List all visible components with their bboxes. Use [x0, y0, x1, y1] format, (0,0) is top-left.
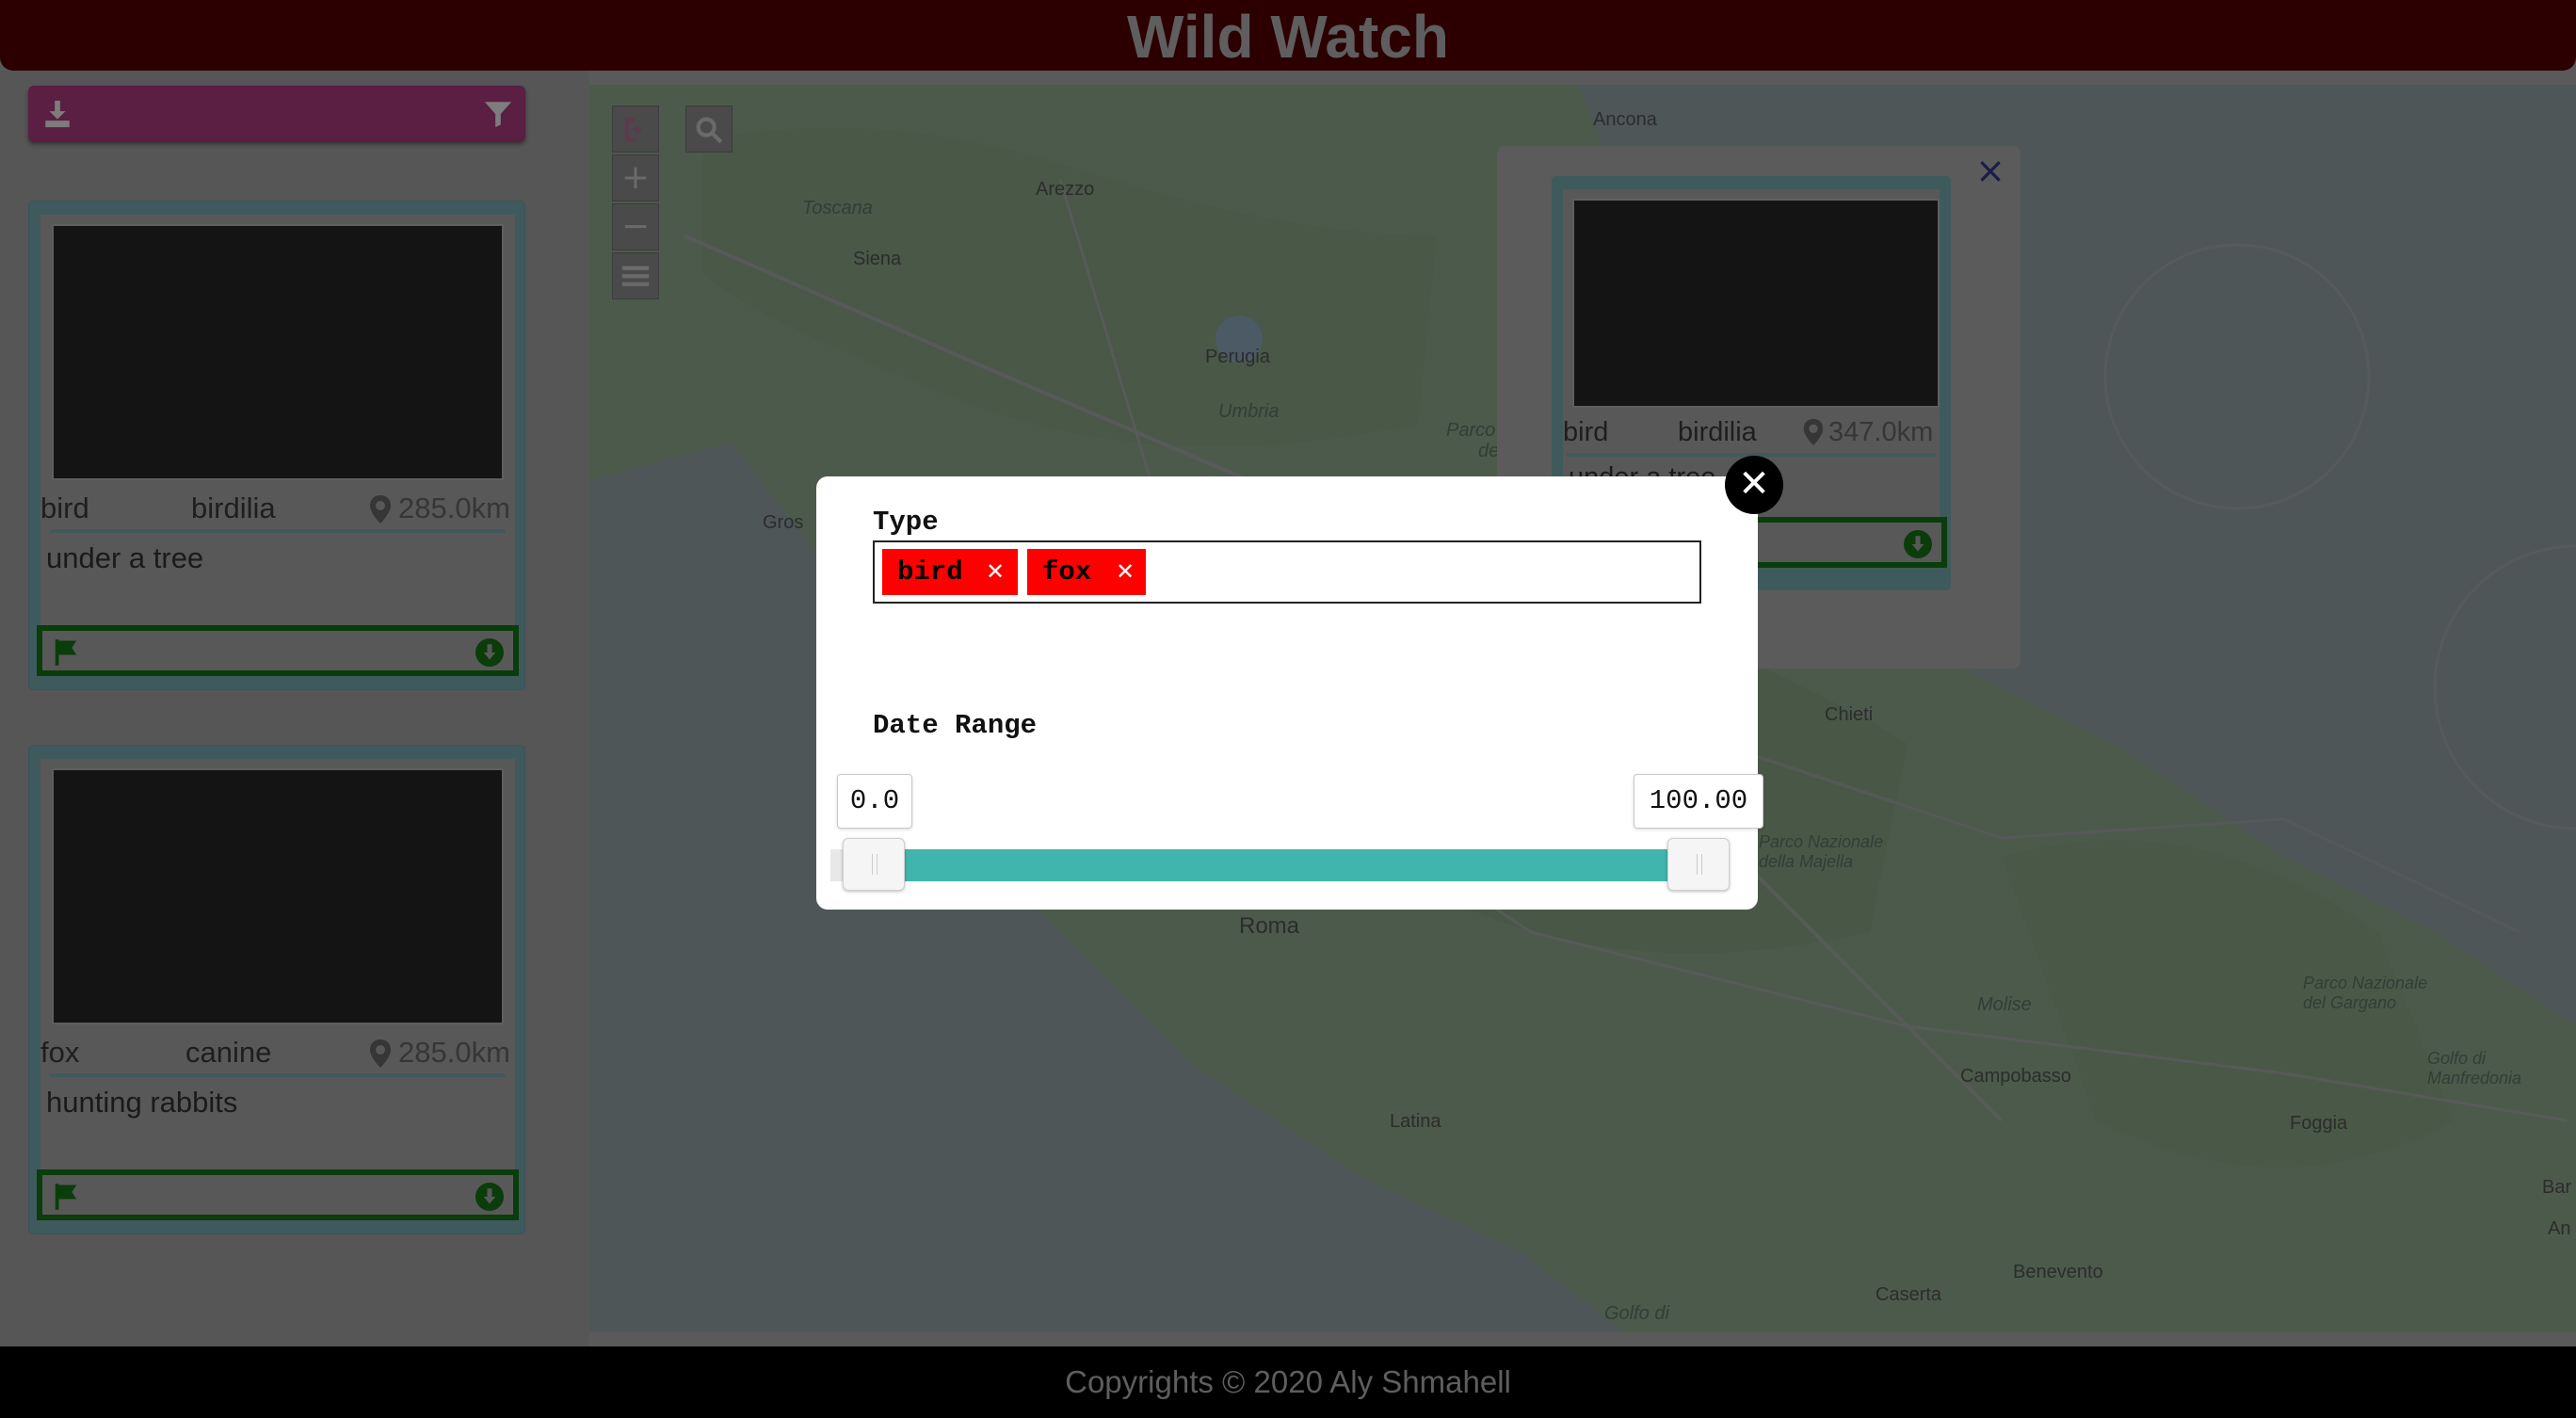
map-label: Umbria [1218, 401, 1280, 422]
animal-family: birdilia [191, 491, 276, 524]
download-circle-icon[interactable] [475, 638, 504, 667]
app-header: Wild Watch [0, 0, 2576, 71]
layers-icon [621, 266, 650, 286]
layers-control[interactable] [612, 252, 659, 299]
date-range-label: Date Range [873, 710, 1038, 741]
distance: 285.0km [398, 1036, 510, 1069]
card-body: fox canine 285.0km hunting rabbits [40, 759, 515, 1187]
popup-card-meta: bird birdilia 347.0km [1563, 415, 1940, 449]
card-body: bird birdilia 285.0km under a tree [40, 215, 515, 643]
divider [50, 529, 506, 533]
range-max-input[interactable]: 100.00 [1634, 774, 1763, 829]
tag-bird: bird ✕ [882, 549, 1018, 595]
download-icon[interactable] [41, 98, 73, 130]
location-pin-icon [1803, 419, 1824, 445]
modal-close-button[interactable]: ✕ [1725, 456, 1783, 514]
map-label: Roma [1239, 913, 1300, 939]
card-actions [37, 625, 519, 676]
download-circle-icon[interactable] [475, 1183, 504, 1211]
observation-description: hunting rabbits [46, 1086, 238, 1119]
range-min-input[interactable]: 0.0 [837, 774, 912, 829]
tag-fox: fox ✕ [1027, 549, 1146, 595]
map-label: Campobasso [1960, 1066, 2071, 1087]
search-icon [696, 117, 723, 144]
observation-photo [1572, 199, 1940, 408]
footer: Copyrights © 2020 Aly Shmahell [0, 1346, 2576, 1418]
observation-photo [52, 768, 504, 1024]
tag-remove-icon[interactable]: ✕ [1116, 549, 1135, 595]
distance: 285.0km [398, 491, 510, 524]
map-label: Molise [1977, 994, 2032, 1015]
app-title: Wild Watch [1127, 3, 1449, 71]
animal-type: fox [40, 1036, 80, 1069]
copyright-text: Copyrights © 2020 Aly Shmahell [1065, 1364, 1511, 1399]
map-label: Benevento [2013, 1262, 2103, 1282]
download-circle-icon[interactable] [1904, 530, 1932, 558]
map-label: de [1478, 441, 1500, 461]
distance: 347.0km [1828, 417, 1934, 447]
map-label: Arezzo [1036, 179, 1095, 200]
tag-remove-icon[interactable]: ✕ [986, 549, 1005, 595]
card-meta: bird birdilia 285.0km [40, 491, 515, 525]
observation-card[interactable]: bird birdilia 285.0km under a tree [28, 201, 525, 690]
animal-family: canine [185, 1036, 272, 1069]
map-label: Foggia [2290, 1113, 2348, 1134]
date-range-slider-track[interactable] [830, 849, 1687, 881]
map-label: Parco Nazionale della Majella [1759, 832, 1884, 871]
zoom-out-button[interactable]: − [612, 203, 659, 250]
filter-icon[interactable] [482, 98, 514, 130]
type-label: Type [873, 507, 939, 538]
map-label: Toscana [802, 198, 873, 218]
card-actions [37, 1169, 519, 1220]
divider [50, 1073, 506, 1077]
observation-photo [52, 224, 504, 480]
search-control[interactable] [685, 105, 733, 153]
map-label: Parco [1446, 420, 1496, 441]
logout-icon [624, 118, 643, 142]
observation-description: under a tree [46, 541, 204, 574]
map-label: An [2548, 1218, 2571, 1239]
map-label: Bar [2542, 1177, 2572, 1198]
sidebar-toolbar [28, 86, 525, 141]
animal-type: bird [40, 491, 89, 524]
map-label: Siena [853, 249, 902, 269]
map-label: Ancona [1593, 109, 1657, 130]
popup-close-button[interactable]: × [1975, 150, 2005, 191]
animal-family: birdilia [1678, 417, 1757, 447]
observation-card[interactable]: fox canine 285.0km hunting rabbits [28, 745, 525, 1234]
map-label: Caserta [1876, 1284, 1942, 1305]
range-slider-low-handle[interactable] [843, 838, 905, 891]
type-tag-input[interactable]: bird ✕ fox ✕ [873, 540, 1701, 604]
map-label: Golfo di Manfredonia [2427, 1049, 2522, 1088]
map-label: Gros [763, 512, 804, 533]
location-pin-icon [370, 495, 391, 524]
tag-label: bird [897, 556, 963, 588]
map-label: Chieti [1825, 704, 1874, 725]
flag-icon[interactable] [52, 638, 80, 667]
map-label: Perugia [1205, 346, 1270, 367]
zoom-in-button[interactable]: + [612, 154, 659, 201]
card-meta: fox canine 285.0km [40, 1036, 515, 1070]
map-label: Golfo di [1604, 1303, 1669, 1324]
map-label: Latina [1390, 1111, 1441, 1132]
map-label: Parco Nazionale del Gargano [2303, 974, 2428, 1012]
range-slider-high-handle[interactable] [1667, 838, 1730, 891]
flag-icon[interactable] [52, 1183, 80, 1211]
filter-modal: ✕ Type bird ✕ fox ✕ Date Range 0.0 100.0… [816, 456, 1783, 910]
sidebar: bird birdilia 285.0km under a tree fox c… [0, 71, 589, 1346]
animal-type: bird [1563, 417, 1609, 447]
location-pin-icon [370, 1039, 391, 1068]
tag-label: fox [1042, 556, 1092, 588]
logout-control[interactable] [612, 105, 659, 153]
